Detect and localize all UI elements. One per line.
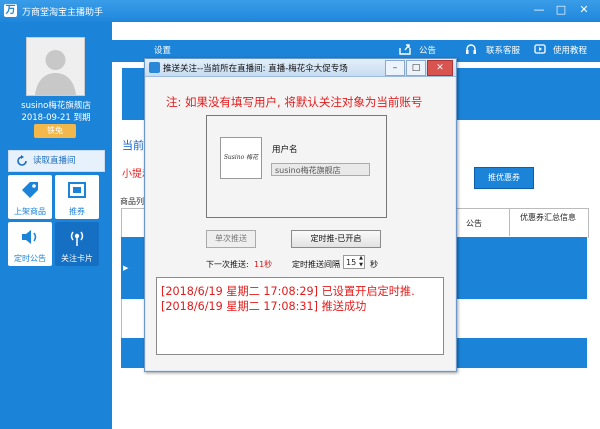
tile-push-coupon[interactable]: 推券 (55, 175, 99, 219)
tag-icon (22, 182, 38, 198)
interval-unit: 秒 (370, 260, 378, 269)
level-badge: 铁兔 (34, 124, 76, 138)
app-title: 万商堂淘宝主播助手 (22, 8, 104, 18)
tutorial-link[interactable]: 使用教程 (553, 44, 587, 56)
row-pointer-icon: ▶ (123, 264, 129, 272)
tile-list-goods[interactable]: 上架商品 (8, 175, 52, 219)
video-icon[interactable] (534, 43, 546, 55)
shop-logo: Susino 梅花 (220, 137, 262, 179)
dialog-close-button[interactable]: ✕ (427, 60, 453, 76)
username-field[interactable]: susino梅花旗舰店 (271, 163, 370, 176)
expiry-date: 2018-09-21 到期 (21, 113, 91, 123)
avatar (26, 37, 85, 96)
maximize-button[interactable]: □ (552, 2, 570, 18)
tile-timed-announce[interactable]: 定时公告 (8, 222, 52, 266)
read-live-button[interactable]: 读取直播间 (8, 150, 105, 172)
shop-name: susino梅花旗舰店 (21, 101, 91, 111)
tile-label: 关注卡片 (61, 254, 93, 263)
log-line: [2018/6/19 星期二 17:08:29] 已设置开启定时推. (161, 285, 415, 298)
single-push-button[interactable]: 单次推送 (206, 230, 256, 248)
push-coupon-button[interactable]: 推优惠券 (474, 167, 534, 189)
app-logo-icon: 万 (4, 4, 17, 17)
next-push-label: 下一次推送: (206, 260, 249, 269)
interval-label: 定时推送间隔 (292, 260, 340, 269)
dialog-minimize-button[interactable]: – (385, 60, 405, 76)
share-icon[interactable] (399, 43, 411, 55)
broadcast-icon (70, 231, 84, 246)
dialog-app-icon (149, 62, 160, 73)
timer-push-button[interactable]: 定时推-已开启 (291, 230, 381, 248)
interval-value: 15 (346, 258, 357, 267)
next-push-countdown: 11秒 (254, 260, 273, 269)
main-titlebar: 万 万商堂淘宝主播助手 — □ ✕ (0, 0, 600, 22)
minimize-button[interactable]: — (530, 2, 548, 18)
tile-label: 定时公告 (14, 254, 46, 263)
refresh-icon (17, 155, 27, 166)
dialog-titlebar: 推送关注--当前所在直播间: 直播-梅花伞大促专场 – □ ✕ (145, 59, 456, 77)
interval-stepper[interactable]: 15 ▲ ▼ (343, 255, 365, 269)
log-line: [2018/6/19 星期二 17:08:31] 推送成功 (161, 300, 367, 313)
support-link[interactable]: 联系客服 (486, 44, 520, 56)
current-room-link[interactable]: 当前 (122, 137, 144, 153)
dialog-maximize-button[interactable]: □ (406, 60, 426, 76)
tile-label: 上架商品 (14, 207, 46, 216)
notice-text: 注: 如果没有填写用户, 将默认关注对象为当前账号 (166, 95, 423, 109)
dialog-title: 推送关注--当前所在直播间: 直播-梅花伞大促专场 (163, 64, 348, 74)
tile-follow-card[interactable]: 关注卡片 (55, 222, 99, 266)
username-label: 用户名 (272, 145, 298, 155)
column-header-coupon-summary: 优惠券汇总信息 (520, 213, 576, 222)
announce-link[interactable]: 公告 (419, 44, 436, 56)
headset-icon[interactable] (465, 43, 477, 55)
settings-tab[interactable]: 设置 (154, 44, 171, 56)
read-live-label: 读取直播间 (33, 156, 76, 166)
push-log[interactable]: [2018/6/19 星期二 17:08:29] 已设置开启定时推. [2018… (156, 277, 444, 355)
tile-label: 推券 (69, 207, 85, 216)
speaker-icon (22, 230, 37, 244)
coupon-icon (68, 182, 86, 198)
stepper-arrows-icon[interactable]: ▲ ▼ (359, 255, 363, 269)
goods-list-label: 商品列 (120, 197, 144, 206)
close-button[interactable]: ✕ (574, 2, 594, 18)
